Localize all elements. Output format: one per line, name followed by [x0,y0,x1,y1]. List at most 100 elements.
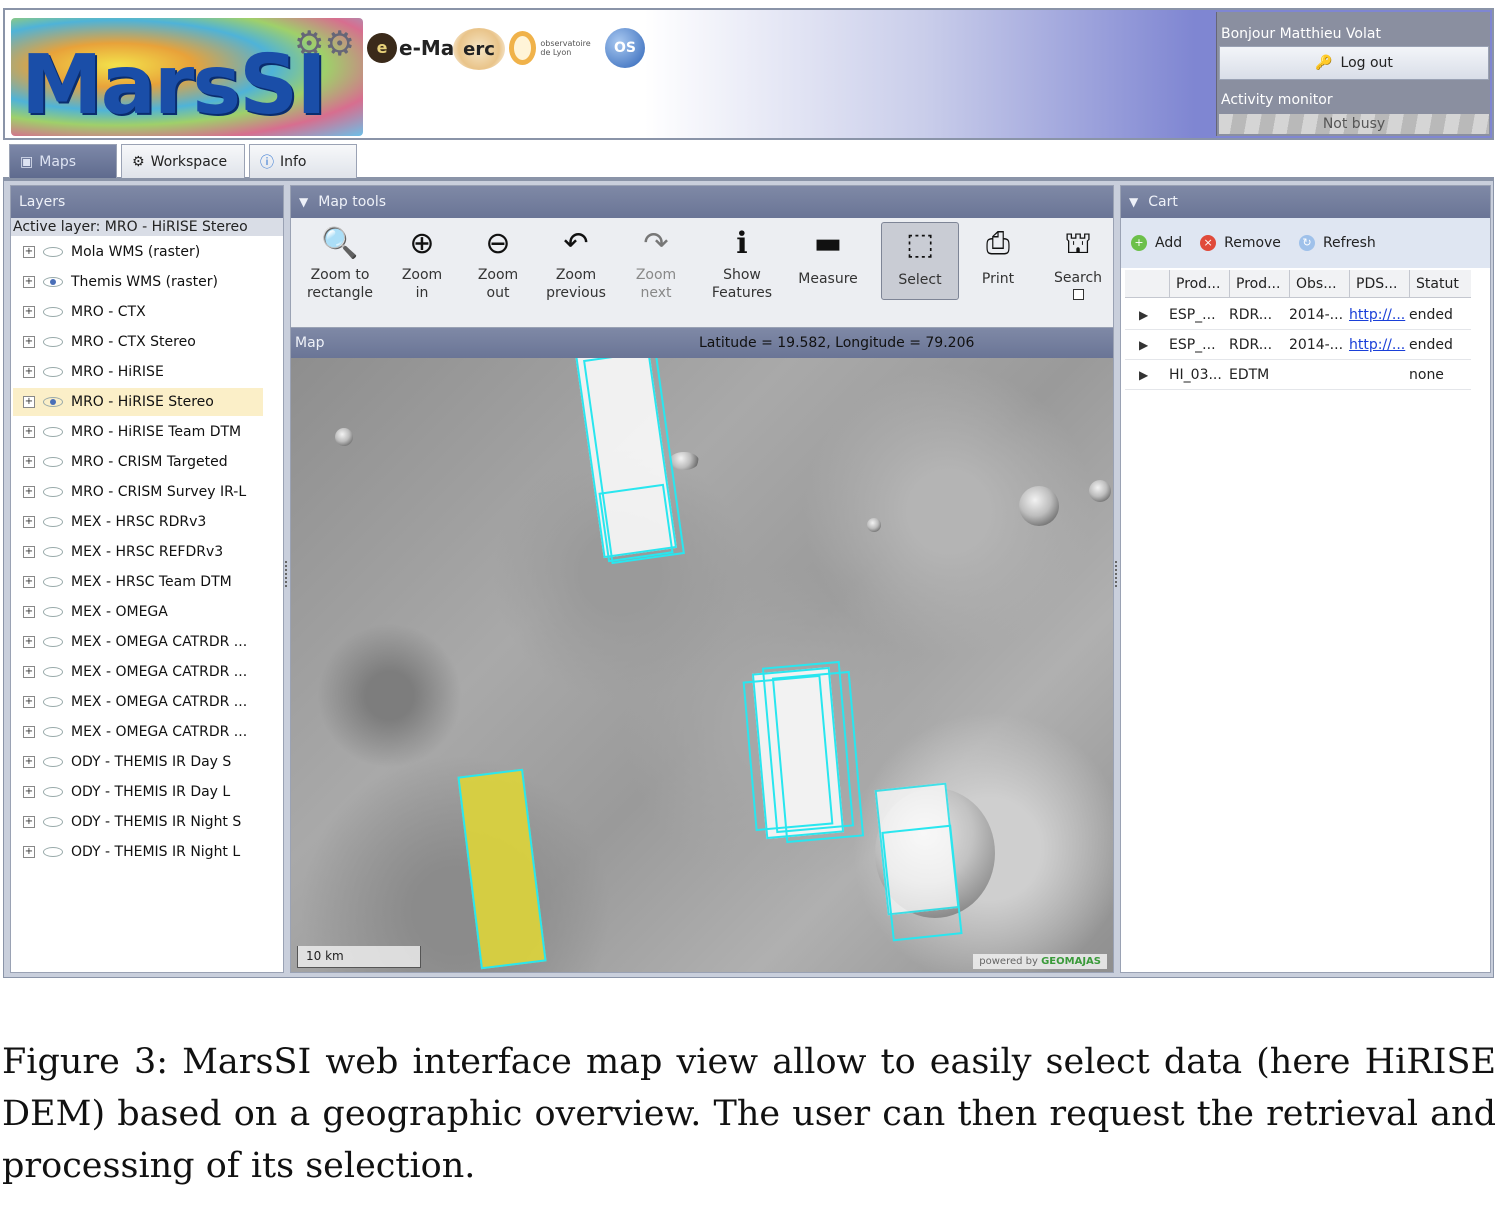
eye-icon[interactable] [43,427,63,437]
right-splitter[interactable] [1115,561,1119,587]
map-tools-header[interactable]: ▼ Map tools [291,186,1113,218]
expand-icon[interactable]: + [23,606,35,618]
tab-workspace[interactable]: ⚙ Workspace [121,144,245,178]
left-splitter[interactable] [285,561,289,587]
eye-icon[interactable] [43,847,63,857]
remove-button[interactable]: × Remove [1200,235,1281,251]
cart-header[interactable]: ▼ Cart [1121,186,1490,218]
layer-item[interactable]: + MRO - CTX [13,298,263,326]
expand-icon[interactable]: + [23,576,35,588]
layer-item[interactable]: + Themis WMS (raster) [13,268,263,296]
tool-zoom-in-button[interactable]: ⊕ Zoom in [383,222,461,301]
layer-item[interactable]: + MEX - HRSC REFDRv3 [13,538,263,566]
eye-icon[interactable] [43,547,63,557]
eye-icon[interactable] [43,247,63,257]
pds-link[interactable]: http://... [1349,307,1405,323]
expand-icon[interactable]: + [23,426,35,438]
tool-zoom-out-button[interactable]: ⊖ Zoom out [459,222,537,301]
expand-icon[interactable]: + [23,696,35,708]
column-header[interactable]: Prod... [1229,270,1289,298]
logout-button[interactable]: 🔑 Log out [1219,46,1489,80]
expand-icon[interactable]: + [23,846,35,858]
layer-item[interactable]: + ODY - THEMIS IR Night S [13,808,263,836]
eye-icon[interactable] [43,667,63,677]
search-checkbox[interactable] [1072,289,1084,300]
footprint-outline[interactable] [881,824,963,942]
expand-icon[interactable]: + [23,246,35,258]
eye-icon[interactable] [43,397,63,407]
layer-item[interactable]: + MRO - HiRISE Stereo [13,388,263,416]
eye-icon[interactable] [43,487,63,497]
cart-row[interactable]: ▶ HI_03... EDTM none [1125,360,1471,390]
expand-icon[interactable]: + [23,786,35,798]
layer-item[interactable]: + MRO - CRISM Survey IR-L [13,478,263,506]
expand-icon[interactable]: + [23,456,35,468]
column-header[interactable]: PDS... [1349,270,1409,298]
layer-item[interactable]: + MEX - OMEGA CATRDR ... [13,628,263,656]
eye-icon[interactable] [43,607,63,617]
tab-maps[interactable]: ▣ Maps [9,144,117,178]
eye-icon[interactable] [43,337,63,347]
layer-item[interactable]: + ODY - THEMIS IR Night L [13,838,263,866]
layer-item[interactable]: + MEX - HRSC RDRv3 [13,508,263,536]
expand-icon[interactable]: + [23,666,35,678]
cart-row[interactable]: ▶ ESP_... RDR... 2014-... http://... ended [1125,300,1471,330]
eye-icon[interactable] [43,697,63,707]
expand-icon[interactable]: + [23,486,35,498]
eye-icon[interactable] [43,457,63,467]
column-header[interactable]: Statut [1409,270,1471,298]
pds-link[interactable]: http://... [1349,337,1405,353]
expand-row-icon[interactable]: ▶ [1139,360,1148,390]
layer-item[interactable]: + MRO - CTX Stereo [13,328,263,356]
layer-item[interactable]: + MEX - OMEGA [13,598,263,626]
expand-icon[interactable]: + [23,516,35,528]
eye-icon[interactable] [43,277,63,287]
tool-zoom-to-rectangle-button[interactable]: 🔍 Zoom to rectangle [301,222,379,301]
add-button[interactable]: + Add [1131,235,1182,251]
layer-item[interactable]: + ODY - THEMIS IR Day L [13,778,263,806]
map-canvas[interactable]: 10 km powered by GEOMAJAS [291,358,1113,972]
expand-row-icon[interactable]: ▶ [1139,330,1148,360]
expand-icon[interactable]: + [23,396,35,408]
layer-item[interactable]: + Mola WMS (raster) [13,238,263,266]
tool-measure-button[interactable]: ▬ Measure [789,222,867,300]
expand-icon[interactable]: + [23,756,35,768]
refresh-button[interactable]: ↻ Refresh [1298,235,1376,251]
tool-select-button[interactable]: ⬚ Select [881,222,959,300]
layer-item[interactable]: + ODY - THEMIS IR Day S [13,748,263,776]
tool-zoom-next-button[interactable]: ↷ Zoom next [617,222,695,301]
eye-icon[interactable] [43,787,63,797]
footprint-outline[interactable] [598,483,674,563]
tool-print-button[interactable]: ⎙ Print [959,222,1037,300]
expand-icon[interactable]: + [23,276,35,288]
cart-row[interactable]: ▶ ESP_... RDR... 2014-... http://... ended [1125,330,1471,360]
eye-icon[interactable] [43,577,63,587]
expand-icon[interactable]: + [23,816,35,828]
eye-icon[interactable] [43,367,63,377]
expand-row-icon[interactable]: ▶ [1139,300,1148,330]
layer-item[interactable]: + MEX - HRSC Team DTM [13,568,263,596]
expand-icon[interactable]: + [23,336,35,348]
eye-icon[interactable] [43,817,63,827]
expand-icon[interactable]: + [23,636,35,648]
layer-item[interactable]: + MRO - CRISM Targeted [13,448,263,476]
column-header[interactable]: Obs... [1289,270,1349,298]
layer-item[interactable]: + MEX - OMEGA CATRDR ... [13,688,263,716]
tab-info[interactable]: ⓘ Info [249,144,357,178]
expand-icon[interactable]: + [23,726,35,738]
expand-icon[interactable]: + [23,306,35,318]
layer-item[interactable]: + MRO - HiRISE Team DTM [13,418,263,446]
layer-item[interactable]: + MRO - HiRISE [13,358,263,386]
column-header[interactable]: Prod... [1169,270,1229,298]
footprint-outline[interactable] [742,674,834,832]
layer-item[interactable]: + MEX - OMEGA CATRDR ... [13,658,263,686]
tool-show-features-button[interactable]: ℹ Show Features [703,222,781,301]
layer-item[interactable]: + MEX - OMEGA CATRDR ... [13,718,263,746]
eye-icon[interactable] [43,637,63,647]
tool-zoom-previous-button[interactable]: ↶ Zoom previous [537,222,615,301]
expand-icon[interactable]: + [23,366,35,378]
tool-search-button[interactable]: ⛫ Search [1039,222,1117,300]
eye-icon[interactable] [43,307,63,317]
eye-icon[interactable] [43,517,63,527]
expand-icon[interactable]: + [23,546,35,558]
